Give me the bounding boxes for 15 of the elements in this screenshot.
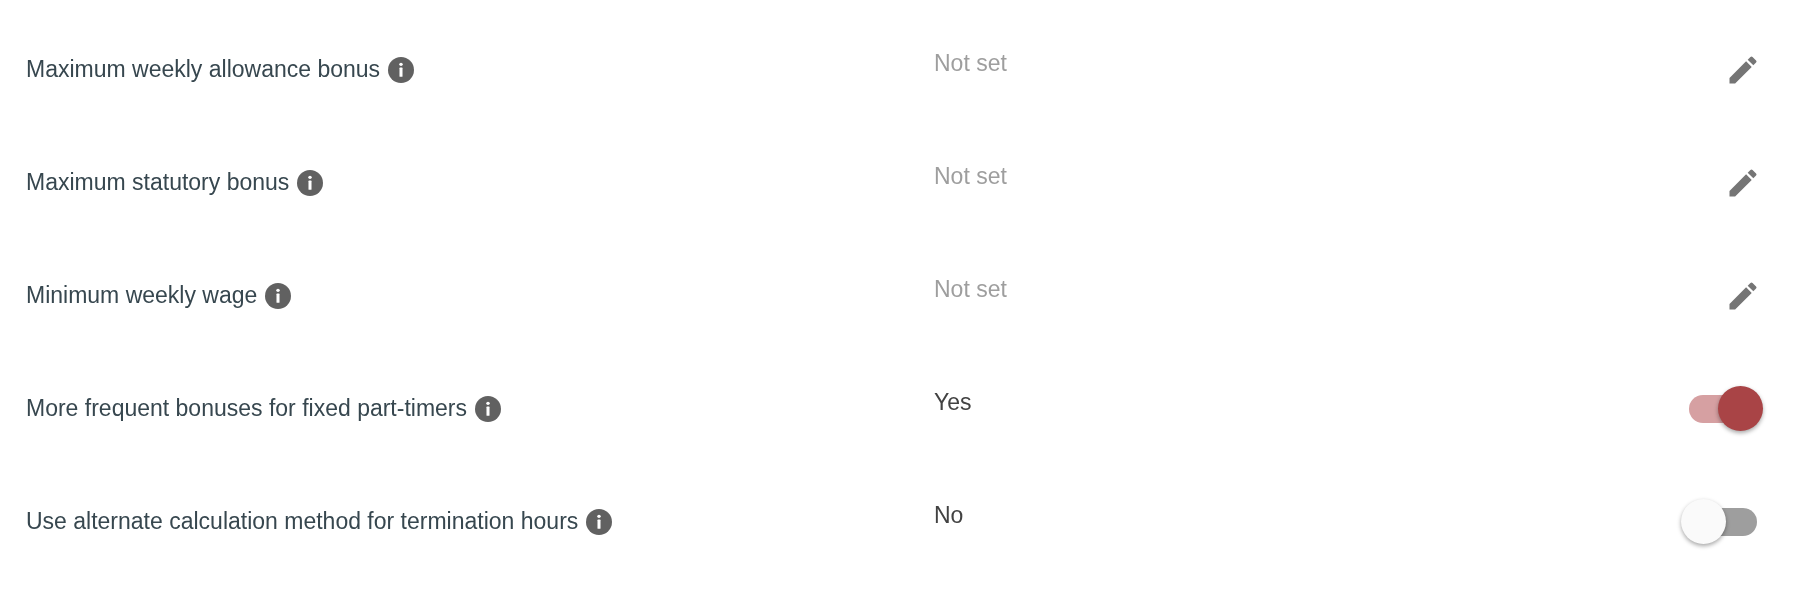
info-icon[interactable] [586, 508, 613, 535]
setting-label: Minimum weekly wage [26, 281, 258, 311]
setting-value: Not set [934, 276, 1007, 303]
info-icon[interactable] [297, 169, 324, 196]
setting-label: Maximum statutory bonus [26, 168, 290, 198]
info-icon[interactable] [475, 395, 502, 422]
setting-label: Use alternate calculation method for termination hours [26, 507, 579, 537]
setting-value: Not set [934, 163, 1007, 190]
setting-value: Not set [934, 50, 1007, 77]
setting-label: Maximum weekly allowance bonus [26, 55, 381, 85]
setting-value: No [934, 502, 964, 529]
setting-value: Yes [934, 389, 972, 416]
info-icon[interactable] [265, 282, 292, 309]
info-icon[interactable] [388, 56, 415, 83]
setting-label: More frequent bonuses for fixed part-timers [26, 394, 468, 424]
